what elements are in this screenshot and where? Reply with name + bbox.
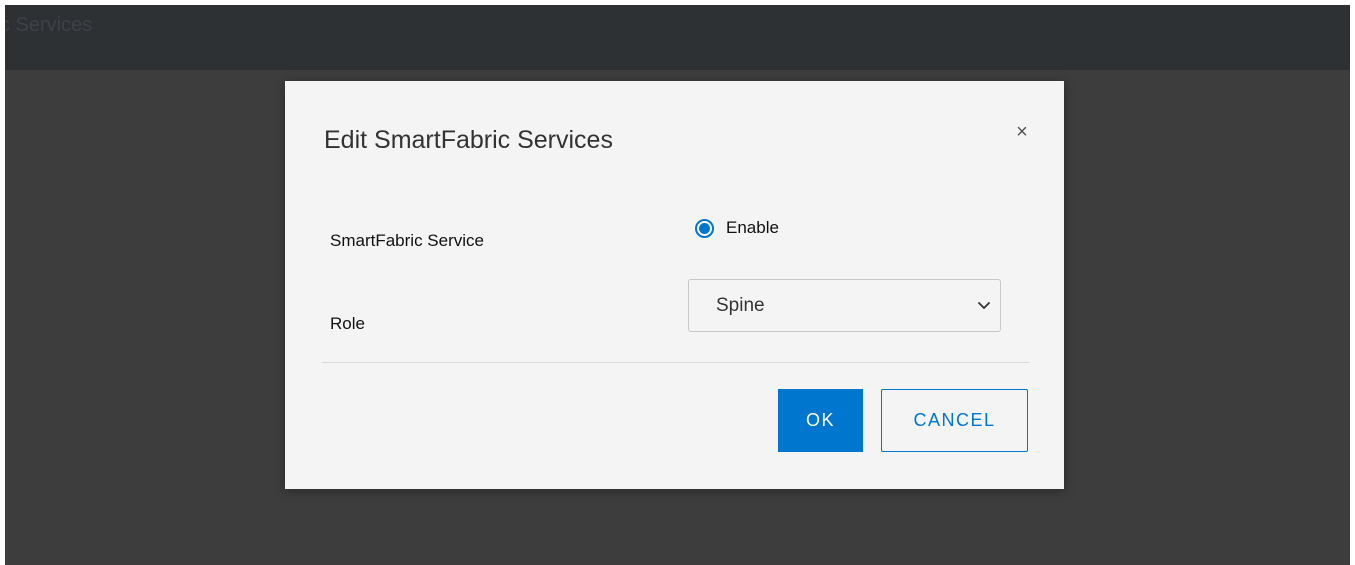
enable-radio[interactable]: Enable — [695, 218, 779, 238]
dialog-divider — [322, 362, 1029, 363]
chevron-down-icon[interactable] — [976, 297, 992, 313]
app-header: c Services — [5, 5, 1350, 70]
radio-selected-icon[interactable] — [695, 218, 714, 238]
smartfabric-service-label: SmartFabric Service — [330, 231, 484, 250]
enable-radio-label[interactable]: Enable — [726, 218, 779, 238]
close-icon[interactable]: × — [1011, 121, 1033, 143]
page-title: c Services — [5, 14, 93, 36]
app-screen: c Services Edit SmartFabric Services × S… — [5, 5, 1350, 565]
cancel-button[interactable]: CANCEL — [881, 389, 1028, 452]
role-select[interactable]: Spine — [688, 279, 1001, 332]
edit-smartfabric-dialog: Edit SmartFabric Services × SmartFabric … — [285, 81, 1064, 489]
role-label: Role — [330, 314, 365, 333]
ok-button[interactable]: OK — [778, 389, 863, 452]
role-select-value[interactable]: Spine — [716, 295, 765, 317]
dialog-title: Edit SmartFabric Services — [324, 126, 613, 154]
